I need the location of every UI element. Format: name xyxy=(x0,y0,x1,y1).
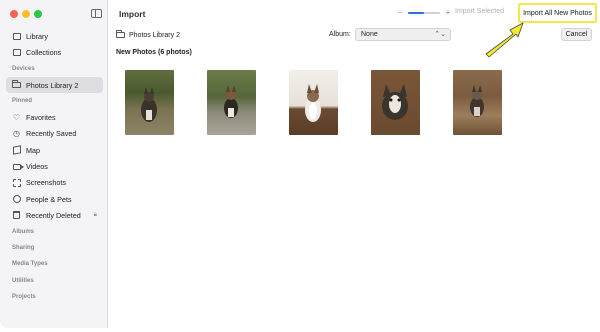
sidebar-item-label: Library xyxy=(26,31,48,41)
chevron-updown-icon: ⌃⌄ xyxy=(434,31,446,38)
library-icon xyxy=(12,32,21,41)
dog-photo-icon xyxy=(305,84,321,122)
sidebar-item-favorites[interactable]: ♡ Favorites xyxy=(6,109,103,125)
dog-photo-icon xyxy=(224,85,238,118)
person-icon xyxy=(12,195,21,204)
sidebar-item-map[interactable]: Map xyxy=(6,142,103,158)
sidebar-toggle-icon[interactable] xyxy=(91,9,102,18)
photo-thumbnail[interactable] xyxy=(289,70,338,135)
photo-thumbnail[interactable] xyxy=(125,70,174,135)
window-controls xyxy=(10,10,42,18)
dog-photo-icon xyxy=(470,85,484,117)
sidebar-item-label: People & Pets xyxy=(26,194,72,204)
photo-thumbnail[interactable] xyxy=(371,70,420,135)
sidebar-item-recently-saved[interactable]: ◷ Recently Saved xyxy=(6,126,103,142)
cancel-button[interactable]: Cancel xyxy=(561,28,592,41)
source-library-label: Photos Library 2 xyxy=(129,31,180,39)
lock-icon: 🔒︎ xyxy=(93,211,97,218)
zoom-window-button[interactable] xyxy=(34,10,42,18)
section-albums[interactable]: Albums xyxy=(6,224,103,240)
sidebar-item-recently-deleted[interactable]: Recently Deleted 🔒︎ xyxy=(6,207,103,223)
section-pinned: Pinned xyxy=(12,98,33,105)
sidebar-item-screenshots[interactable]: Screenshots xyxy=(6,175,103,191)
map-icon xyxy=(12,145,21,155)
sidebar-item-label: Favorites xyxy=(26,113,56,123)
album-select-value: None xyxy=(361,31,378,38)
sidebar-item-photos-library-2[interactable]: Photos Library 2 xyxy=(6,76,103,94)
sidebar-item-videos[interactable]: Videos xyxy=(6,158,103,174)
sidebar-list: Library Collections Devices Photos Libra… xyxy=(6,28,103,305)
folder-icon xyxy=(116,30,125,39)
heart-icon: ♡ xyxy=(12,113,21,123)
sidebar-item-people-pets[interactable]: People & Pets xyxy=(6,191,103,207)
minimize-button[interactable] xyxy=(22,10,30,18)
zoom-control: − + xyxy=(396,8,452,17)
sidebar-item-label: Recently Deleted xyxy=(26,210,81,220)
section-media-types[interactable]: Media Types xyxy=(6,256,103,272)
zoom-slider-fill xyxy=(408,12,424,14)
import-source-bar: Photos Library 2 Album: None ⌃⌄ Cancel xyxy=(109,28,600,44)
source-library: Photos Library 2 xyxy=(116,30,180,39)
zoom-out-button[interactable]: − xyxy=(396,8,404,17)
album-select[interactable]: None ⌃⌄ xyxy=(355,28,451,41)
sidebar-item-label: Map xyxy=(26,145,40,155)
photo-thumbnail[interactable] xyxy=(453,70,502,135)
folder-icon xyxy=(12,80,21,90)
collections-icon xyxy=(12,48,21,57)
section-sharing[interactable]: Sharing xyxy=(6,240,103,256)
sidebar-item-collections[interactable]: Collections xyxy=(6,44,103,60)
video-icon xyxy=(12,162,24,171)
clock-icon: ◷ xyxy=(13,129,20,139)
sidebar-item-label: Recently Saved xyxy=(26,129,77,139)
trash-icon xyxy=(12,211,21,220)
sidebar-item-label: Screenshots xyxy=(26,178,66,188)
section-utilities[interactable]: Utilities xyxy=(6,272,103,288)
album-label: Album: xyxy=(329,31,351,38)
sidebar-item-label: Videos xyxy=(26,162,48,172)
sidebar-item-library[interactable]: Library xyxy=(6,28,103,44)
photo-thumbnail[interactable] xyxy=(207,70,256,135)
zoom-in-button[interactable]: + xyxy=(444,8,452,17)
new-photos-header: New Photos (6 photos) xyxy=(116,49,192,56)
import-window: Library Collections Devices Photos Libra… xyxy=(0,0,600,332)
sidebar-item-label: Collections xyxy=(26,47,62,57)
screenshot-icon xyxy=(12,178,21,187)
zoom-slider[interactable] xyxy=(408,8,440,17)
close-button[interactable] xyxy=(10,10,18,18)
dog-photo-icon xyxy=(382,84,408,120)
sidebar-item-label: Photos Library 2 xyxy=(26,80,79,90)
page-title: Import xyxy=(119,9,146,19)
sidebar: Library Collections Devices Photos Libra… xyxy=(0,0,108,328)
section-devices: Devices xyxy=(12,65,35,72)
section-projects[interactable]: Projects xyxy=(6,289,103,305)
dog-photo-icon xyxy=(141,87,157,122)
